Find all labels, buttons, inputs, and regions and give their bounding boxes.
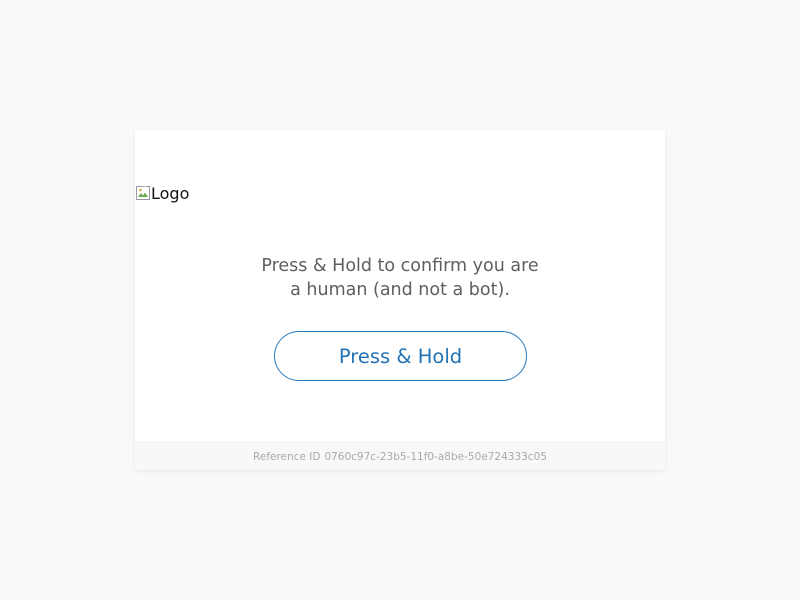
challenge-message-line-1: Press & Hold to confirm you are (261, 256, 539, 276)
press-and-hold-button-label: Press & Hold (338, 344, 463, 368)
broken-image-icon (135, 185, 151, 201)
reference-id-label: Reference ID (253, 450, 321, 463)
reference-footer: Reference ID 0760c97c-23b5-11f0-a8be-50e… (135, 442, 665, 470)
reference-id-value: 0760c97c-23b5-11f0-a8be-50e724333c05 (324, 450, 547, 463)
captcha-card: Logo Press & Hold to confirm you are a h… (135, 130, 665, 470)
press-and-hold-button[interactable]: Press & Hold (274, 331, 527, 381)
logo: Logo (135, 183, 189, 203)
challenge-message-line-2: a human (and not a bot). (290, 280, 510, 300)
logo-alt-text: Logo (151, 183, 190, 203)
challenge-message: Press & Hold to confirm you are a human … (135, 254, 665, 302)
